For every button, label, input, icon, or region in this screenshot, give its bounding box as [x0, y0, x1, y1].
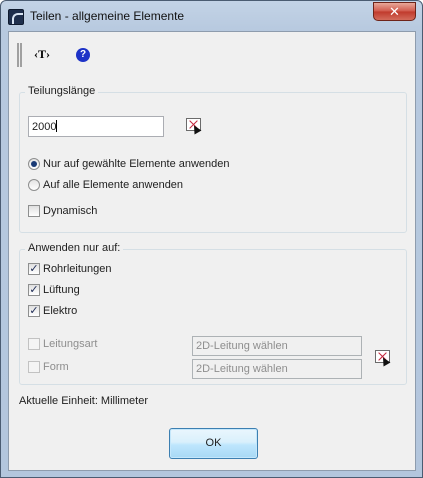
dialog-window: Teilen - allgemeine Elemente ✕ ‹T› ? Tei…	[0, 0, 423, 478]
apply-only-legend: Anwenden nur auf:	[25, 242, 124, 254]
current-unit-text: Aktuelle Einheit: Millimeter	[19, 395, 148, 407]
division-length-legend: Teilungslänge	[25, 85, 99, 97]
pipes-label: Rohrleitungen	[43, 263, 112, 275]
close-button[interactable]: ✕	[373, 2, 416, 21]
checkbox-check-icon: ✓	[28, 284, 40, 296]
window-title: Teilen - allgemeine Elemente	[30, 9, 185, 23]
radio-indicator	[28, 179, 40, 191]
ok-button[interactable]: OK	[169, 428, 258, 459]
text-tool-icon[interactable]: ‹T›	[34, 47, 50, 62]
checkbox-box	[28, 338, 40, 350]
checkbox-box	[28, 205, 40, 217]
ventilation-label: Lüftung	[43, 284, 80, 296]
division-length-input[interactable]: 2000	[28, 116, 164, 137]
toolbar: ‹T› ?	[14, 40, 134, 67]
form-label: Form	[43, 361, 69, 373]
apply-selected-label: Nur auf gewählte Elemente anwenden	[43, 158, 230, 170]
help-icon[interactable]: ?	[76, 48, 90, 62]
dialog-client-area: ‹T› ? Teilungslänge 2000 Nur auf gewählt…	[8, 31, 416, 471]
checkbox-check-icon: ✓	[28, 305, 40, 317]
app-icon	[8, 9, 24, 25]
radio-indicator	[28, 158, 40, 170]
checkbox-check-icon: ✓	[28, 263, 40, 275]
form-field[interactable]: 2D-Leitung wählen	[192, 359, 362, 379]
toolbar-grip-icon[interactable]	[17, 43, 22, 67]
line-type-field[interactable]: 2D-Leitung wählen	[192, 336, 362, 356]
division-length-value: 2000	[32, 121, 57, 133]
title-bar[interactable]: Teilen - allgemeine Elemente ✕	[1, 1, 422, 31]
electrical-label: Elektro	[43, 305, 78, 317]
text-caret	[56, 120, 58, 132]
dynamic-label: Dynamisch	[43, 205, 98, 217]
checkbox-box	[28, 361, 40, 373]
line-type-label: Leitungsart	[43, 338, 98, 350]
apply-all-label: Auf alle Elemente anwenden	[43, 179, 184, 191]
